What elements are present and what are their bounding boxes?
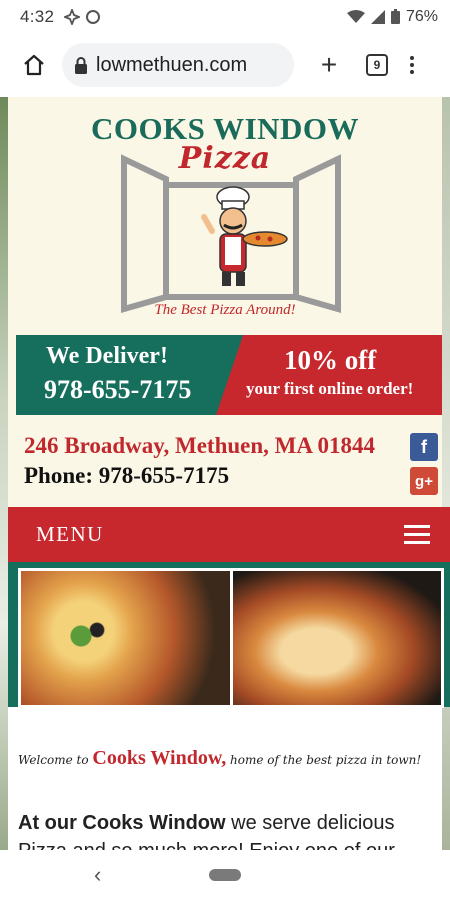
back-icon[interactable]: ‹ bbox=[94, 862, 101, 888]
welcome-suffix: home of the best pizza in town! bbox=[230, 753, 422, 767]
site-header: COOKS WINDOW Pizza The Best Pizza Around… bbox=[8, 97, 442, 507]
signal-icon bbox=[370, 9, 385, 24]
intro-bold: At our Cooks Window bbox=[18, 812, 226, 834]
logo-tagline: The Best Pizza Around! bbox=[154, 302, 296, 318]
home-icon[interactable] bbox=[20, 51, 48, 79]
delivery-heading: We Deliver! bbox=[46, 343, 168, 369]
battery-icon bbox=[390, 9, 400, 24]
pizza-photo bbox=[21, 571, 230, 705]
address-text: 246 Broadway, Methuen, MA 01844 bbox=[24, 433, 375, 458]
discount-text: your first online order! bbox=[246, 379, 414, 398]
status-time: 4:32 bbox=[20, 6, 55, 26]
promo-banner[interactable]: We Deliver! 978-655-7175 10% off your fi… bbox=[16, 335, 442, 415]
intro-paragraph: At our Cooks Window we serve delicious P… bbox=[18, 809, 438, 850]
url-text: lowmethuen.com bbox=[96, 53, 248, 76]
window-chef-illustration bbox=[121, 154, 341, 313]
system-nav-bar: ‹ bbox=[0, 850, 450, 900]
home-gesture-pill[interactable] bbox=[209, 869, 241, 881]
welcome-line: Welcome to Cooks Window, home of the bes… bbox=[18, 747, 438, 770]
pinwheel-icon bbox=[64, 8, 81, 25]
page-border-right bbox=[442, 97, 450, 850]
phone-text[interactable]: Phone: 978-655-7175 bbox=[24, 463, 229, 489]
new-tab-icon[interactable]: + bbox=[316, 49, 342, 81]
browser-toolbar: lowmethuen.com + 9 bbox=[0, 33, 450, 97]
welcome-brand: Cooks Window, bbox=[92, 747, 227, 769]
battery-percent: 76% bbox=[405, 7, 438, 25]
site-logo[interactable]: COOKS WINDOW Pizza The Best Pizza Around… bbox=[8, 97, 442, 333]
lock-icon bbox=[74, 56, 88, 74]
page-border-left bbox=[0, 97, 8, 850]
calzone-photo bbox=[229, 571, 441, 705]
welcome-prefix: Welcome to bbox=[18, 753, 89, 767]
wifi-icon bbox=[346, 9, 365, 23]
discount-heading: 10% off bbox=[284, 345, 377, 375]
status-bar: 4:32 76% bbox=[0, 0, 450, 33]
menu-label: MENU bbox=[36, 522, 104, 546]
address-bar[interactable]: lowmethuen.com bbox=[62, 43, 294, 87]
google-plus-icon[interactable]: g+ bbox=[410, 467, 438, 495]
tab-switcher-button[interactable]: 9 bbox=[366, 54, 388, 76]
more-options-icon[interactable] bbox=[410, 56, 414, 74]
hamburger-icon[interactable] bbox=[404, 525, 430, 544]
web-page: COOKS WINDOW Pizza The Best Pizza Around… bbox=[0, 97, 450, 850]
food-gallery bbox=[18, 568, 444, 708]
data-saver-icon bbox=[86, 9, 101, 24]
delivery-phone[interactable]: 978-655-7175 bbox=[44, 375, 191, 405]
facebook-icon[interactable]: f bbox=[410, 433, 438, 461]
menu-bar[interactable]: MENU bbox=[8, 507, 450, 562]
